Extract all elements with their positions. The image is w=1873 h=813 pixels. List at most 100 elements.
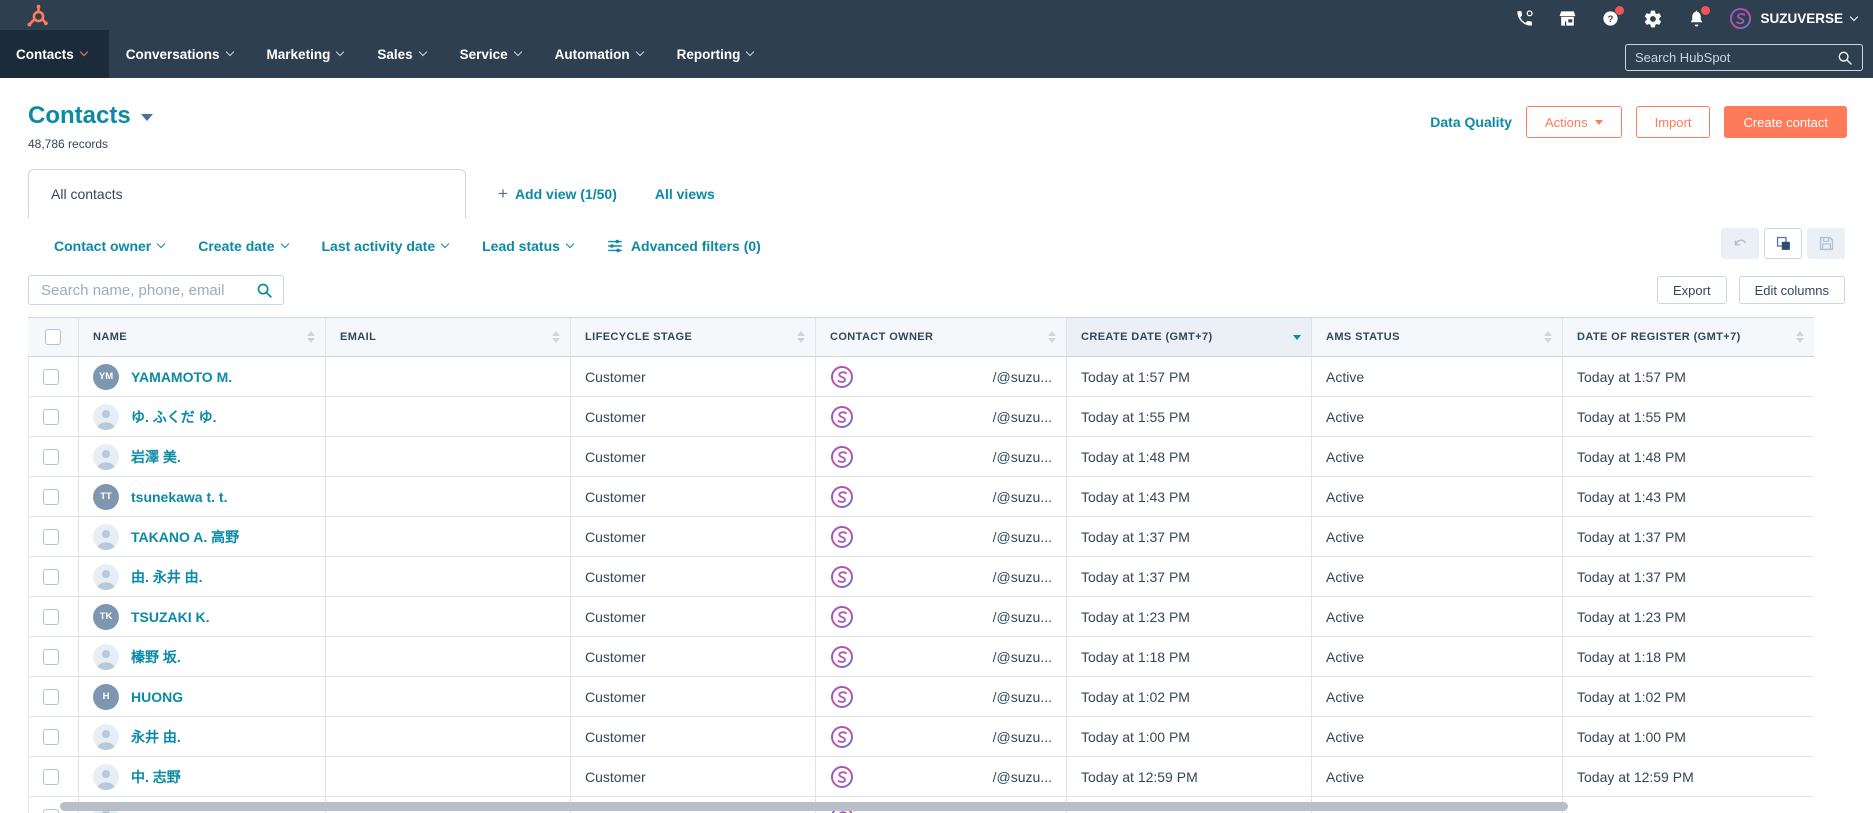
row-checkbox[interactable] [43,569,59,585]
nav-item-reporting[interactable]: Reporting [660,30,771,78]
ams-status-cell: Active [1311,677,1562,717]
add-view-button[interactable]: + Add view (1/50) [498,185,617,202]
nav-item-contacts[interactable]: Contacts [0,30,109,78]
row-checkbox[interactable] [43,729,59,745]
search-icon [1837,50,1853,66]
sort-icon[interactable] [1048,331,1056,343]
nav-item-service[interactable]: Service [443,30,538,78]
account-menu[interactable]: SUZUVERSE [1729,7,1857,30]
chevron-down-icon [566,240,574,248]
filter-contact-owner[interactable]: Contact owner [54,238,164,254]
object-type-selector[interactable]: Contacts [28,102,153,130]
save-view-button[interactable] [1807,228,1845,259]
filter-lead-status[interactable]: Lead status [482,238,573,254]
contact-name-link[interactable]: 中. 志野 [131,767,181,787]
row-checkbox[interactable] [43,809,59,813]
owner-cell: /@suzu... [815,757,1066,797]
export-button[interactable]: Export [1657,276,1727,304]
row-checkbox[interactable] [43,769,59,785]
row-checkbox[interactable] [43,449,59,465]
undo-icon [1731,235,1749,253]
create-date-cell: Today at 1:57 PM [1066,357,1311,397]
data-quality-link[interactable]: Data Quality [1430,114,1512,130]
global-search-input[interactable]: Search HubSpot [1625,44,1863,71]
sort-icon[interactable] [797,331,805,343]
contact-name-link[interactable]: ゆ. ふくだ ゆ. [131,407,217,427]
ams-status-cell: Active [1311,637,1562,677]
sort-icon[interactable] [1544,331,1552,343]
column-header-2[interactable]: LIFECYCLE STAGE [570,317,815,357]
owner-cell: /@suzu... [815,597,1066,637]
help-icon[interactable]: ? [1600,9,1620,29]
marketplace-icon[interactable] [1557,9,1577,29]
contact-name-link[interactable]: 岩澤 美. [131,447,181,467]
row-checkbox[interactable] [43,649,59,665]
owner-email-truncated: /@suzu... [993,689,1052,705]
column-header-3[interactable]: CONTACT OWNER [815,317,1066,357]
row-checkbox[interactable] [43,689,59,705]
contact-name-link[interactable]: tsunekawa t. t. [131,489,227,505]
global-search-placeholder: Search HubSpot [1635,50,1837,65]
sort-icon[interactable] [552,331,560,343]
contact-name-link[interactable]: YAMAMOTO M. [131,369,232,385]
chevron-down-icon [280,240,288,248]
row-checkbox[interactable] [43,489,59,505]
sort-icon[interactable] [307,331,315,343]
row-checkbox[interactable] [43,409,59,425]
lifecycle-cell: Customer [570,677,815,717]
settings-icon[interactable] [1643,9,1663,29]
column-header-5[interactable]: AMS STATUS [1311,317,1562,357]
notifications-icon[interactable] [1686,9,1706,29]
table-row: 永井 由. [78,717,325,757]
phone-icon[interactable] [1514,9,1534,29]
horizontal-scroll-thumb[interactable] [60,802,1568,811]
actions-button[interactable]: Actions [1526,106,1622,138]
contact-name-link[interactable]: TSUZAKI K. [131,609,210,625]
owner-cell: /@suzu... [815,557,1066,597]
quick-filters: Contact owner Create date Last activity … [0,230,1873,262]
contact-name-link[interactable]: 永井 由. [131,727,181,747]
search-icon[interactable] [256,282,273,299]
tab-all-contacts[interactable]: All contacts [28,169,466,218]
avatar [93,444,119,470]
owner-cell: /@suzu... [815,357,1066,397]
sort-icon[interactable] [1796,331,1804,343]
contacts-table: NAME EMAIL LIFECYCLE STAGE CONTACT OWNER… [28,317,1845,813]
contact-name-link[interactable]: 由. 永井 由. [131,567,203,587]
contact-search-input[interactable] [39,281,256,300]
page-title: Contacts [28,102,131,130]
all-views-link[interactable]: All views [655,186,715,202]
nav-item-sales[interactable]: Sales [360,30,442,78]
clone-view-button[interactable] [1764,228,1802,259]
nav-item-marketing[interactable]: Marketing [250,30,361,78]
edit-columns-button[interactable]: Edit columns [1739,276,1845,304]
create-date-cell: Today at 1:23 PM [1066,597,1311,637]
chevron-down-icon [513,48,521,56]
nav-item-conversations[interactable]: Conversations [109,30,250,78]
import-button[interactable]: Import [1636,106,1711,138]
row-select-cell [28,637,78,677]
filter-last-activity-date[interactable]: Last activity date [322,238,449,254]
owner-avatar [830,525,854,549]
nav-item-automation[interactable]: Automation [538,30,660,78]
contact-name-link[interactable]: 榛野 坂. [131,647,181,667]
select-all-checkbox[interactable] [45,329,61,345]
column-header-1[interactable]: EMAIL [325,317,570,357]
column-header-0[interactable]: NAME [78,317,325,357]
chevron-down-icon [746,48,754,56]
filter-create-date[interactable]: Create date [198,238,287,254]
chevron-down-icon [141,114,153,121]
row-checkbox[interactable] [43,369,59,385]
register-date-cell: Today at 1:57 PM [1562,357,1814,397]
column-header-6[interactable]: DATE OF REGISTER (GMT+7) [1562,317,1814,357]
column-header-4[interactable]: CREATE DATE (GMT+7) [1066,317,1311,357]
row-checkbox[interactable] [43,609,59,625]
contact-name-link[interactable]: HUONG [131,689,183,705]
undo-button[interactable] [1721,228,1759,259]
owner-cell: /@suzu... [815,717,1066,757]
create-contact-button[interactable]: Create contact [1724,106,1847,138]
row-checkbox[interactable] [43,529,59,545]
advanced-filters-button[interactable]: Advanced filters (0) [607,238,761,254]
sort-icon[interactable] [1293,335,1301,340]
contact-name-link[interactable]: TAKANO A. 高野 [131,527,239,547]
